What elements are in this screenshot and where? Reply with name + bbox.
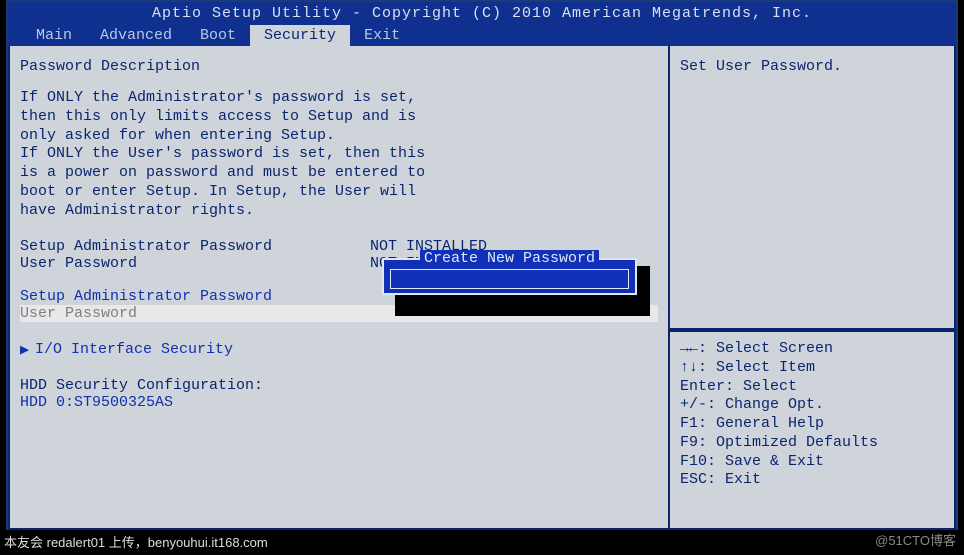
key-general-help: F1: General Help bbox=[680, 415, 944, 434]
tab-exit[interactable]: Exit bbox=[350, 25, 414, 46]
key-change-opt: +/-: Change Opt. bbox=[680, 396, 944, 415]
hdd-config-heading: HDD Security Configuration: bbox=[20, 377, 658, 394]
main-area: Password Description If ONLY the Adminis… bbox=[8, 46, 956, 530]
help-pane: Set User Password. bbox=[670, 46, 956, 330]
status-user-label: User Password bbox=[20, 255, 370, 272]
key-esc-exit: ESC: Exit bbox=[680, 471, 944, 490]
status-admin-label: Setup Administrator Password bbox=[20, 238, 370, 255]
tab-main[interactable]: Main bbox=[22, 25, 86, 46]
popup-title: Create New Password bbox=[420, 250, 599, 267]
new-password-input[interactable] bbox=[390, 269, 629, 289]
tab-boot[interactable]: Boot bbox=[186, 25, 250, 46]
caption-overlay: 本友会 redalert01 上传，benyouhui.it168.com bbox=[0, 532, 268, 551]
key-save-exit: F10: Save & Exit bbox=[680, 453, 944, 472]
key-select-screen: →←: Select Screen bbox=[680, 340, 944, 359]
right-pane: Set User Password. →←: Select Screen ↑↓:… bbox=[670, 46, 956, 530]
bios-frame: Aptio Setup Utility - Copyright (C) 2010… bbox=[6, 0, 958, 530]
key-select-item: ↑↓: Select Item bbox=[680, 359, 944, 378]
password-description-heading: Password Description bbox=[20, 58, 658, 75]
watermark-overlay: @51CTO博客 bbox=[875, 530, 956, 549]
title-bar: Aptio Setup Utility - Copyright (C) 2010… bbox=[8, 2, 956, 25]
tab-row: Main Advanced Boot Security Exit bbox=[8, 25, 956, 46]
password-description-body: If ONLY the Administrator's password is … bbox=[20, 89, 658, 220]
key-enter: Enter: Select bbox=[680, 378, 944, 397]
left-pane: Password Description If ONLY the Adminis… bbox=[8, 46, 670, 530]
tab-advanced[interactable]: Advanced bbox=[86, 25, 186, 46]
key-help-pane: →←: Select Screen ↑↓: Select Item Enter:… bbox=[670, 330, 956, 530]
triangle-icon: ▶ bbox=[20, 340, 29, 359]
submenu-io-label: I/O Interface Security bbox=[35, 341, 233, 358]
tab-security[interactable]: Security bbox=[250, 25, 350, 46]
create-password-popup: Create New Password bbox=[382, 258, 637, 295]
hdd-item-0[interactable]: HDD 0:ST9500325AS bbox=[20, 394, 658, 411]
help-title: Set User Password. bbox=[680, 58, 944, 75]
key-optimized-defaults: F9: Optimized Defaults bbox=[680, 434, 944, 453]
submenu-io-interface-security[interactable]: ▶ I/O Interface Security bbox=[20, 340, 658, 359]
